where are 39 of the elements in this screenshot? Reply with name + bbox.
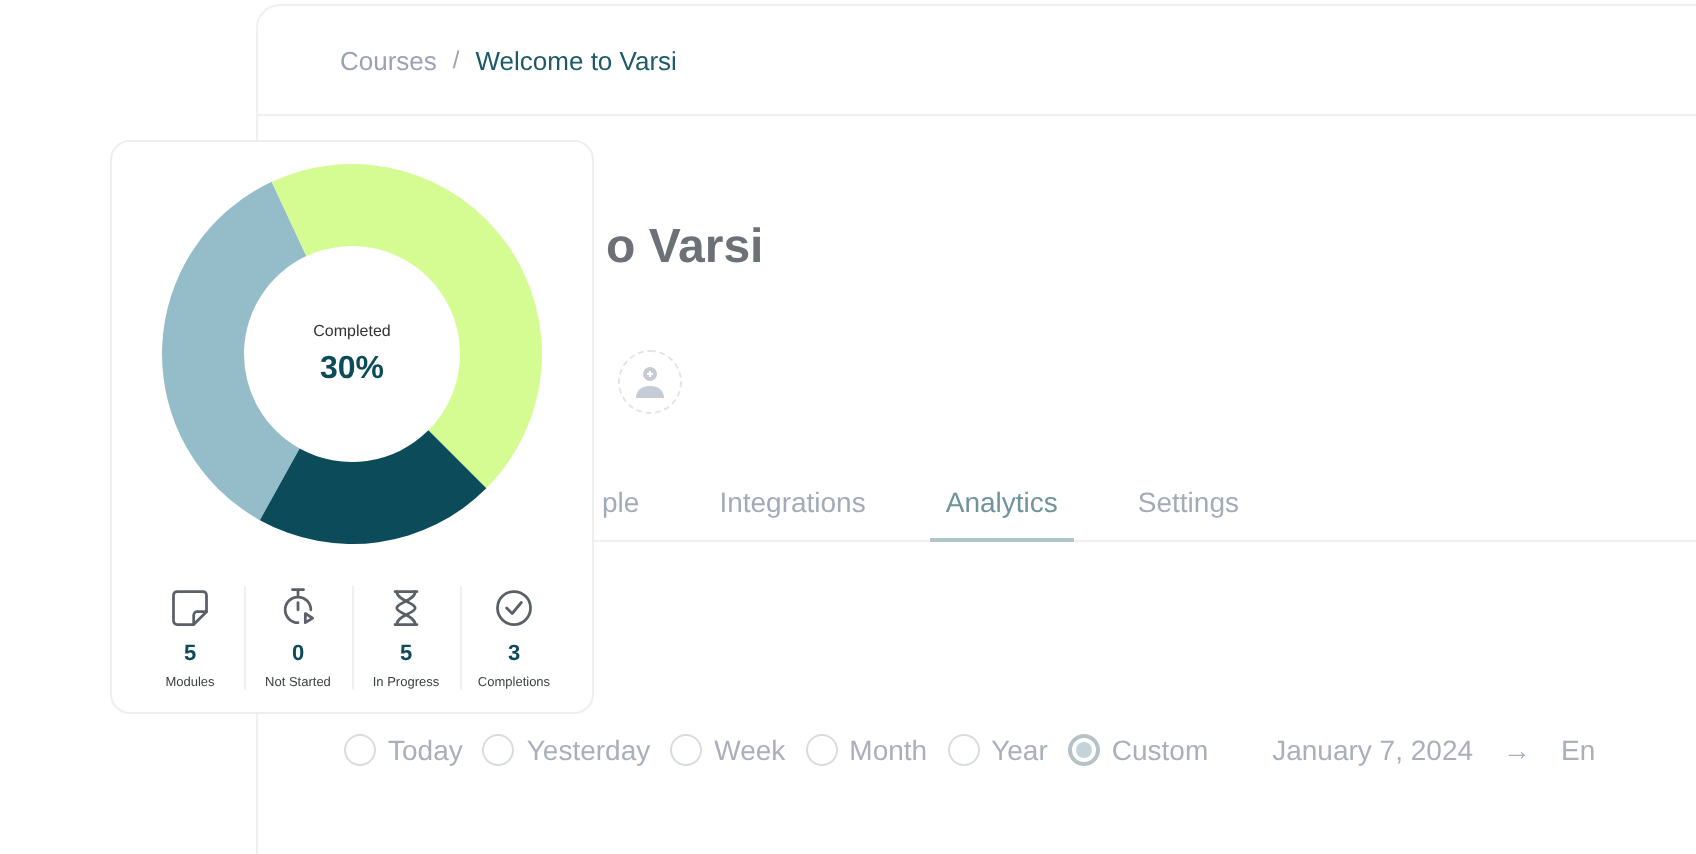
period-label: Custom (1111, 734, 1209, 766)
breadcrumb-link[interactable]: Welcome to Varsi (475, 45, 677, 75)
stat-value: 3 (507, 642, 521, 666)
breadcrumb-separator: / (452, 46, 460, 74)
radio-button[interactable] (482, 734, 515, 766)
tab[interactable]: Integrations (703, 474, 882, 542)
period-label: Month (849, 734, 928, 766)
radio-button[interactable] (947, 734, 980, 766)
chart-center-value: 30% (319, 351, 385, 387)
radio-button[interactable] (1067, 734, 1100, 766)
period-label: Today (388, 734, 463, 766)
period-option[interactable]: Year (947, 734, 1048, 766)
radio-button[interactable] (805, 734, 838, 766)
period-option[interactable]: Yesterday (482, 734, 651, 766)
page-icon (168, 586, 212, 630)
period-option[interactable]: Week (670, 734, 786, 766)
stat-value: 5 (399, 642, 413, 666)
start-date[interactable]: January 7, 2024 (1272, 734, 1474, 766)
period-option[interactable]: Today (344, 734, 463, 766)
page-title: o Varsi (606, 220, 766, 276)
chart-center-label: Completed (313, 321, 391, 339)
tab[interactable]: ple (586, 474, 656, 542)
period-label: Yesterday (526, 734, 651, 766)
radio-button[interactable] (344, 734, 376, 766)
stat-value: 5 (183, 642, 197, 666)
period-label: Year (991, 734, 1048, 766)
add-user-button[interactable] (618, 350, 682, 414)
period-label: Week (714, 734, 786, 766)
add-user-icon (632, 364, 668, 400)
radio-button[interactable] (670, 734, 703, 766)
arrow-text: → (1503, 734, 1532, 766)
period-option[interactable]: Custom (1067, 734, 1209, 766)
end-date[interactable]: En (1561, 734, 1596, 766)
stat-value: 0 (291, 642, 305, 666)
tab[interactable]: Settings (1121, 474, 1255, 542)
breadcrumb-link[interactable]: Courses (340, 45, 437, 75)
period-option[interactable]: Month (805, 734, 928, 766)
tab[interactable]: Analytics (929, 474, 1074, 542)
check-circle-icon (492, 586, 536, 630)
